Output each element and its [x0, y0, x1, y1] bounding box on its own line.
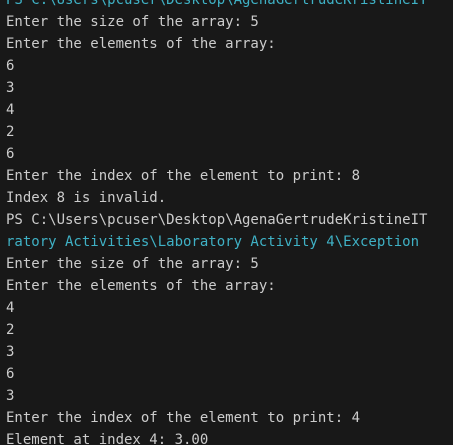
- terminal-line-1: Enter the size of the array: 5: [6, 14, 259, 30]
- terminal-line-14: 4: [6, 300, 15, 316]
- terminal-line-12: Enter the size of the array: 5: [6, 256, 259, 272]
- terminal-line-13: Enter the elements of the array:: [6, 278, 276, 294]
- terminal-line-7: 6: [6, 146, 15, 162]
- terminal-line-3: 6: [6, 58, 15, 74]
- terminal-line-18: 3: [6, 388, 15, 404]
- terminal-path-continuation: ratory Activities\Laboratory Activity 4\…: [6, 234, 420, 250]
- terminal-prompt-line: PS C:\Users\pcuser\Desktop\AgenaGertrude…: [6, 212, 428, 228]
- terminal-line-20: Element at index 4: 3.00: [6, 432, 209, 445]
- terminal-line-15: 2: [6, 322, 15, 338]
- terminal-line-16: 3: [6, 344, 15, 360]
- terminal-line-0: PS C:\Users\pcuser\Desktop\AgenaGertrude…: [6, 0, 428, 8]
- terminal-line-4: 3: [6, 80, 15, 96]
- terminal-line-9: Index 8 is invalid.: [6, 190, 167, 206]
- terminal-line-6: 2: [6, 124, 15, 140]
- terminal-line-19: Enter the index of the element to print:…: [6, 410, 361, 426]
- terminal-line-17: 6: [6, 366, 15, 382]
- terminal-panel[interactable]: PS C:\Users\pcuser\Desktop\AgenaGertrude…: [0, 0, 453, 445]
- terminal-line-5: 4: [6, 102, 15, 118]
- terminal-output: PS C:\Users\pcuser\Desktop\AgenaGertrude…: [6, 0, 427, 445]
- terminal-line-8: Enter the index of the element to print:…: [6, 168, 361, 184]
- terminal-line-2: Enter the elements of the array:: [6, 36, 276, 52]
